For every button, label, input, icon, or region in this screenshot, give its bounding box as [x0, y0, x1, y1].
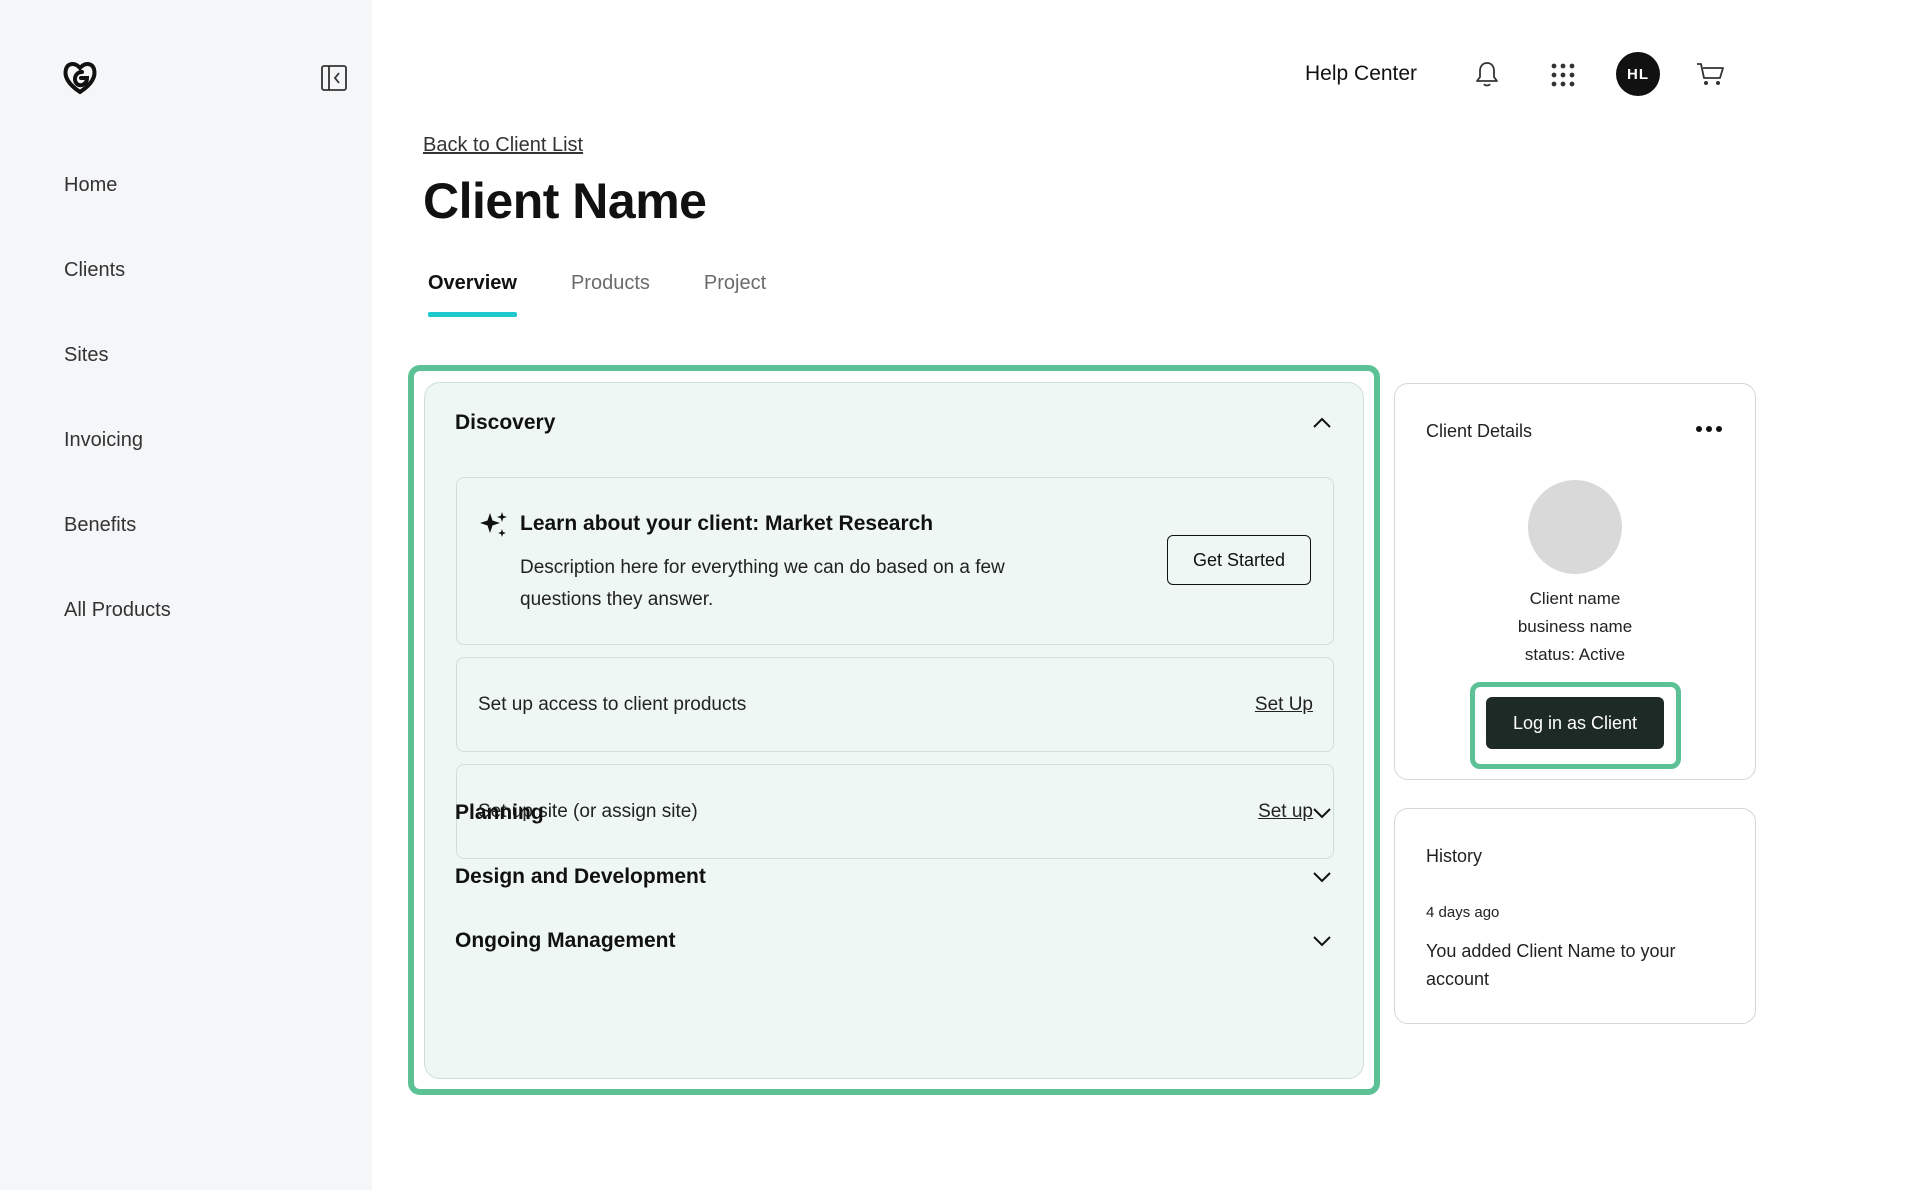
chevron-down-icon	[1313, 808, 1331, 819]
help-center-link[interactable]: Help Center	[1305, 62, 1417, 86]
client-details-title: Client Details	[1426, 421, 1533, 441]
user-avatar[interactable]: HL	[1616, 52, 1660, 96]
tab-products[interactable]: Products	[571, 272, 650, 317]
get-started-button[interactable]: Get Started	[1167, 535, 1311, 585]
sparkle-icon	[480, 512, 507, 537]
client-avatar	[1528, 480, 1622, 574]
sidebar-item-benefits[interactable]: Benefits	[64, 500, 171, 585]
section-ongoing-label: Ongoing Management	[455, 929, 676, 952]
bell-icon[interactable]	[1474, 60, 1500, 88]
history-timestamp: 4 days ago	[1426, 904, 1500, 921]
client-business-name: business name	[1517, 617, 1633, 636]
client-status: status: Active	[1524, 645, 1626, 664]
sidebar-item-all-products[interactable]: All Products	[64, 585, 171, 670]
sidebar-item-invoicing[interactable]: Invoicing	[64, 415, 171, 500]
chevron-down-icon	[1313, 872, 1331, 883]
section-design-header[interactable]: Design and Development	[455, 865, 1333, 889]
section-planning-header[interactable]: Planning	[455, 801, 1333, 825]
section-discovery-label: Discovery	[455, 411, 556, 434]
history-title: History	[1426, 846, 1483, 866]
tab-bar: Overview Products Project	[428, 272, 766, 317]
page-title: Client Name	[423, 173, 707, 229]
tab-overview[interactable]: Overview	[428, 272, 517, 317]
sidebar: Home Clients Sites Invoicing Benefits Al…	[0, 0, 372, 1190]
godaddy-logo-icon[interactable]	[60, 58, 100, 98]
setup-access-link[interactable]: Set Up	[1255, 694, 1313, 716]
log-in-as-client-button[interactable]: Log in as Client	[1486, 697, 1664, 749]
sidebar-item-clients[interactable]: Clients	[64, 245, 171, 330]
tab-project[interactable]: Project	[704, 272, 766, 317]
task-setup-access-text: Set up access to client products	[478, 694, 747, 715]
market-research-card: Learn about your client: Market Research…	[456, 477, 1334, 645]
sidebar-item-sites[interactable]: Sites	[64, 330, 171, 415]
section-ongoing-header[interactable]: Ongoing Management	[455, 929, 1333, 953]
more-options-icon[interactable]	[1695, 424, 1723, 434]
app-root: Home Clients Sites Invoicing Benefits Al…	[0, 0, 1906, 1190]
collapse-sidebar-icon[interactable]	[320, 64, 348, 92]
market-research-description: Description here for everything we can d…	[520, 557, 1005, 610]
sidebar-nav: Home Clients Sites Invoicing Benefits Al…	[64, 160, 171, 670]
history-card: History 4 days ago You added Client Name…	[1394, 808, 1756, 1024]
apps-grid-icon[interactable]	[1550, 62, 1576, 88]
market-research-title: Learn about your client: Market Research	[520, 512, 934, 535]
cart-icon[interactable]	[1695, 60, 1725, 88]
back-to-client-list-link[interactable]: Back to Client List	[423, 134, 583, 157]
section-planning-label: Planning	[455, 801, 544, 824]
client-details-card: Client Details Client name business name…	[1394, 383, 1756, 780]
client-name: Client name	[1529, 589, 1621, 608]
workflow-panel: Discovery Learn about your client: Marke…	[424, 382, 1364, 1079]
section-design-label: Design and Development	[455, 865, 706, 888]
history-entry-text: You added Client Name to your account	[1426, 941, 1676, 989]
section-discovery-header[interactable]: Discovery	[455, 411, 1333, 435]
chevron-up-icon	[1313, 417, 1331, 428]
sidebar-item-home[interactable]: Home	[64, 160, 171, 245]
client-info: Client name business name status: Active	[1395, 585, 1755, 669]
chevron-down-icon	[1313, 936, 1331, 947]
task-setup-access-card: Set up access to client products Set Up	[456, 657, 1334, 752]
